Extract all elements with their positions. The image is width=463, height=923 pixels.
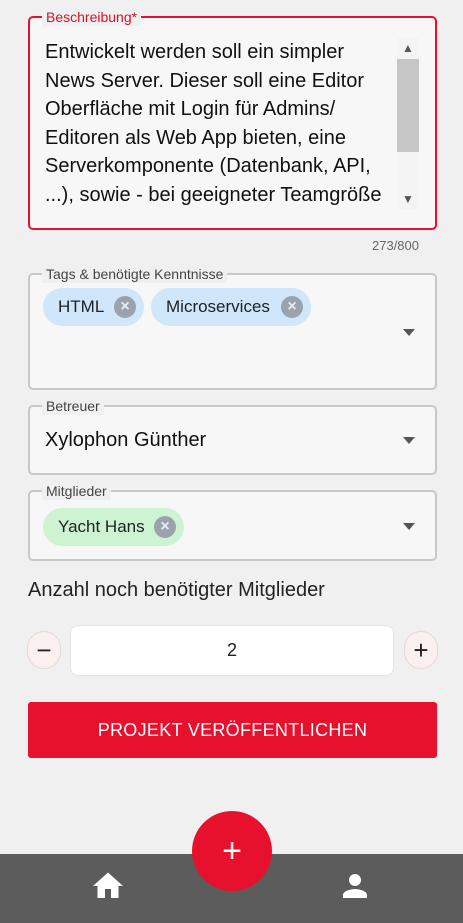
supervisor-value: Xylophon Günther bbox=[45, 429, 207, 451]
scroll-up-icon[interactable]: ▲ bbox=[397, 38, 419, 58]
member-chip-label: Yacht Hans bbox=[58, 517, 145, 536]
tag-chip-microservices[interactable]: Microservices × bbox=[151, 288, 311, 326]
person-icon[interactable] bbox=[337, 868, 373, 909]
description-label: Beschreibung* bbox=[42, 8, 142, 26]
tag-chip-html[interactable]: HTML × bbox=[43, 288, 144, 326]
scroll-thumb[interactable] bbox=[397, 59, 419, 152]
tag-chip-label: Microservices bbox=[166, 297, 270, 316]
home-icon[interactable] bbox=[90, 868, 126, 909]
description-scrollbar[interactable]: ▲ ▼ bbox=[397, 38, 419, 209]
description-char-count: 273/800 bbox=[372, 238, 419, 253]
description-field[interactable]: Beschreibung* Entwickelt werden soll ein… bbox=[28, 8, 437, 230]
plus-icon: + bbox=[222, 832, 242, 870]
supervisor-label: Betreuer bbox=[42, 397, 104, 415]
chevron-down-icon[interactable] bbox=[403, 523, 415, 530]
publish-button[interactable]: PROJEKT VERÖFFENTLICHEN bbox=[28, 702, 437, 758]
description-textarea[interactable]: Entwickelt werden soll ein simpler News … bbox=[45, 38, 395, 210]
add-project-button[interactable]: + bbox=[192, 811, 272, 891]
tag-chip-label: HTML bbox=[58, 297, 105, 316]
increment-button[interactable]: + bbox=[404, 631, 438, 669]
close-circle-icon[interactable]: × bbox=[281, 296, 303, 318]
tags-label: Tags & benötigte Kenntnisse bbox=[42, 265, 228, 283]
needed-members-input[interactable]: 2 bbox=[70, 625, 394, 676]
close-circle-icon[interactable]: × bbox=[154, 516, 176, 538]
decrement-button[interactable]: − bbox=[27, 631, 61, 669]
needed-members-title: Anzahl noch benötigter Mitglieder bbox=[28, 579, 325, 601]
close-circle-icon[interactable]: × bbox=[114, 296, 136, 318]
chevron-down-icon[interactable] bbox=[403, 437, 415, 444]
members-field[interactable]: Mitglieder Yacht Hans × bbox=[28, 482, 437, 561]
chevron-down-icon[interactable] bbox=[403, 329, 415, 336]
members-label: Mitglieder bbox=[42, 482, 111, 500]
supervisor-select[interactable]: Betreuer Xylophon Günther bbox=[28, 397, 437, 475]
member-chip[interactable]: Yacht Hans × bbox=[43, 508, 184, 546]
tags-field[interactable]: Tags & benötigte Kenntnisse HTML × Micro… bbox=[28, 265, 437, 390]
scroll-down-icon[interactable]: ▼ bbox=[397, 189, 419, 209]
